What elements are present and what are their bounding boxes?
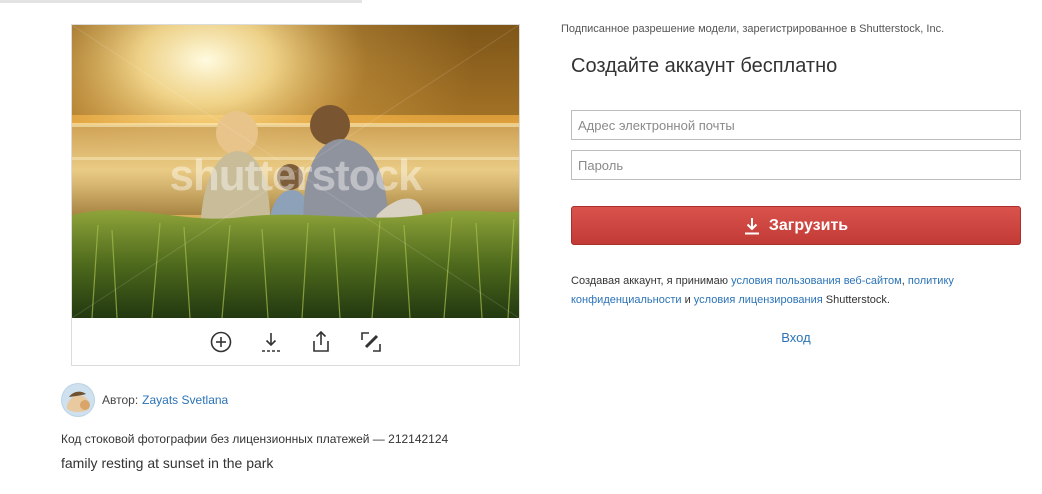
image-toolbar [72,318,519,365]
download-icon [744,217,760,235]
password-field[interactable] [571,150,1021,180]
top-divider [0,0,362,3]
website-terms-link[interactable]: условия пользования веб-сайтом [731,275,902,287]
terms-and: и [681,294,694,306]
share-button[interactable] [307,328,335,356]
signup-heading: Создайте аккаунт бесплатно [571,55,838,77]
watermark-text: shutterstock [169,151,422,200]
license-terms-link[interactable]: условия лицензирования [694,294,823,306]
add-to-collection-button[interactable] [207,328,235,356]
download-icon [261,332,280,352]
download-submit-button[interactable]: Загрузить [571,206,1021,245]
terms-suffix: Shutterstock. [822,294,890,306]
download-submit-label: Загрузить [768,216,849,234]
terms-notice: Создавая аккаунт, я принимаю условия пол… [571,272,1011,310]
photo-preview[interactable]: shutterstock [72,25,519,318]
download-comp-button[interactable] [257,328,285,356]
photo-description: family resting at sunset in the park [61,455,274,471]
author-block: Автор: Zayats Svetlana [61,382,228,418]
plus-circle-icon [210,331,231,352]
image-card: shutterstock [71,24,520,366]
edit-icon [360,331,381,352]
avatar-image [61,383,95,417]
photo-id-text: Код стоковой фотографии без лицензионных… [61,432,449,446]
share-icon [312,330,329,352]
model-release-note: Подписанное разрешение модели, зарегистр… [561,23,945,35]
author-name-link[interactable]: Zayats Svetlana [142,393,228,407]
email-field[interactable] [571,110,1021,140]
author-label: Автор: [102,393,139,407]
edit-button[interactable] [357,328,385,356]
author-avatar[interactable] [61,383,95,417]
login-link[interactable]: Вход [571,330,1021,345]
terms-prefix: Создавая аккаунт, я принимаю [571,275,732,287]
